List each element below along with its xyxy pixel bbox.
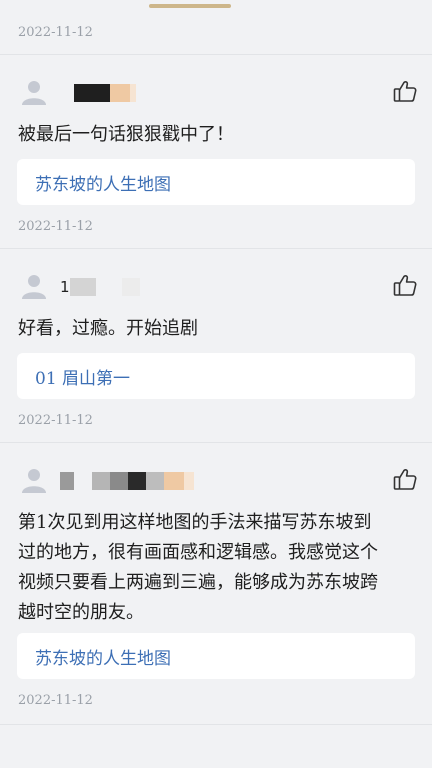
username-mosaic (110, 472, 128, 490)
username-mosaic (130, 84, 136, 102)
username-mosaic (164, 472, 184, 490)
topic-link[interactable]: 01 眉山第一 (17, 353, 415, 399)
username-mosaic (128, 472, 146, 490)
user-avatar-icon[interactable] (20, 78, 48, 106)
thumbs-up-icon[interactable] (392, 78, 418, 104)
username-text: 1 (60, 278, 70, 296)
username-mosaic (121, 278, 140, 296)
comment-date: 2022-11-12 (18, 413, 93, 428)
comment-card: 1 好看，过瘾。开始追剧 01 眉山第一 2022-11-12 (0, 248, 432, 442)
comment-card: 被最后一句话狠狠戳中了！ 苏东坡的人生地图 2022-11-12 (0, 54, 432, 248)
comment-text-line: 越时空的朋友。 (18, 602, 144, 623)
comment-text-line: 视频只要看上两遍到三遍，能够成为苏东坡跨 (18, 572, 378, 593)
username-mosaic (69, 278, 96, 296)
comment-date: 2022-11-12 (18, 693, 93, 708)
username[interactable] (60, 470, 194, 492)
username-mosaic (110, 84, 130, 102)
comment-text: 被最后一句话狠狠戳中了！ (18, 124, 234, 145)
topic-link[interactable]: 苏东坡的人生地图 (17, 633, 415, 679)
user-avatar-icon[interactable] (20, 272, 48, 300)
username-mosaic (92, 472, 110, 490)
divider (0, 724, 432, 725)
comments-page: 2022-11-12 被最后一句话狠狠戳中了！ 苏东坡的人生地图 2022-11… (0, 0, 432, 768)
thumbs-up-icon[interactable] (392, 466, 418, 492)
username-mosaic (146, 472, 164, 490)
comment-text-line: 第1次见到用这样地图的手法来描写苏东坡到 (18, 512, 372, 533)
comment-date: 2022-11-12 (18, 219, 93, 234)
comment-date: 2022-11-12 (18, 25, 93, 40)
comment-card: 第1次见到用这样地图的手法来描写苏东坡到 过的地方，很有画面感和逻辑感。我感觉这… (0, 442, 432, 724)
comment-header: 1 (0, 272, 432, 312)
comment-header (0, 78, 432, 118)
username[interactable] (60, 82, 136, 104)
username-mosaic (60, 472, 74, 490)
tab-indicator (149, 4, 231, 8)
thumbs-up-icon[interactable] (392, 272, 418, 298)
comment-text: 好看，过瘾。开始追剧 (18, 318, 198, 339)
user-avatar-icon[interactable] (20, 466, 48, 494)
comment-header (0, 466, 432, 506)
topic-link[interactable]: 苏东坡的人生地图 (17, 159, 415, 205)
username-mosaic (184, 472, 194, 490)
username-mosaic (74, 84, 110, 102)
comment-text-line: 过的地方，很有画面感和逻辑感。我感觉这个 (18, 542, 378, 563)
comment-text: 第1次见到用这样地图的手法来描写苏东坡到 过的地方，很有画面感和逻辑感。我感觉这… (18, 508, 418, 628)
username[interactable]: 1 (60, 276, 140, 298)
